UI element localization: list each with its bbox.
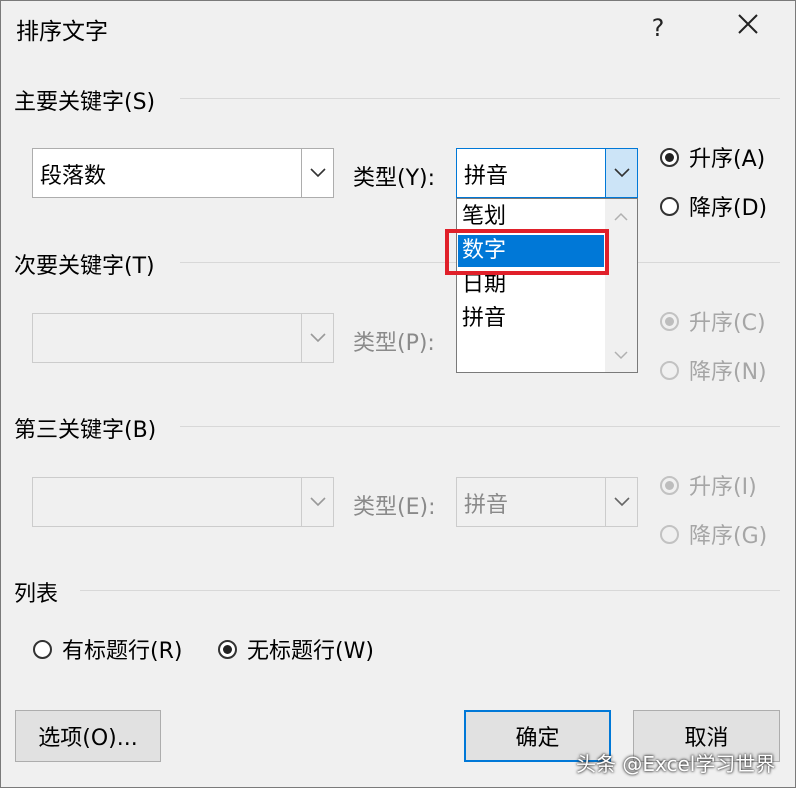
secondary-descending-radio[interactable]: 降序(N) bbox=[660, 354, 767, 386]
group-divider bbox=[80, 590, 780, 591]
radio-selected-icon bbox=[660, 147, 679, 167]
primary-key-label: 主要关键字(S) bbox=[14, 90, 156, 115]
primary-key-field-value: 段落数 bbox=[40, 164, 107, 189]
secondary-descending-label: 降序(N) bbox=[689, 360, 767, 385]
dialog-title: 排序文字 bbox=[16, 19, 108, 45]
primary-type-dropdown-button[interactable] bbox=[605, 149, 637, 197]
close-icon bbox=[738, 14, 758, 34]
tertiary-key-dropdown-button[interactable] bbox=[301, 478, 333, 526]
radio-unselected-icon bbox=[660, 360, 679, 380]
secondary-key-dropdown-button[interactable] bbox=[301, 314, 333, 362]
close-button[interactable] bbox=[728, 12, 768, 42]
radio-unselected-icon bbox=[33, 639, 52, 659]
tertiary-key-label: 第三关键字(B) bbox=[14, 418, 157, 443]
group-divider bbox=[180, 426, 780, 427]
secondary-type-label: 类型(P): bbox=[353, 331, 435, 356]
chevron-up-icon bbox=[614, 212, 628, 221]
primary-type-select[interactable]: 拼音 bbox=[456, 148, 638, 198]
no-header-row-label: 无标题行(W) bbox=[247, 639, 374, 664]
dropdown-option-number[interactable]: 数字 bbox=[458, 235, 604, 267]
radio-selected-icon bbox=[660, 311, 679, 331]
chevron-down-icon bbox=[309, 497, 326, 507]
type-dropdown-list[interactable]: 笔划 数字 日期 拼音 bbox=[456, 198, 638, 373]
radio-unselected-icon bbox=[660, 524, 679, 544]
chevron-down-icon bbox=[613, 497, 630, 507]
watermark: 头条 @Excel学习世界 bbox=[576, 752, 776, 776]
primary-type-value: 拼音 bbox=[464, 164, 509, 189]
has-header-row-radio[interactable]: 有标题行(R) bbox=[33, 633, 182, 665]
secondary-key-field[interactable] bbox=[32, 313, 334, 363]
radio-unselected-icon bbox=[660, 196, 679, 216]
primary-type-label: 类型(Y): bbox=[353, 166, 436, 191]
chevron-down-icon bbox=[309, 333, 326, 343]
chevron-down-icon bbox=[614, 350, 628, 359]
secondary-ascending-label: 升序(C) bbox=[689, 311, 766, 336]
group-divider bbox=[180, 98, 780, 99]
chevron-down-icon bbox=[613, 168, 630, 178]
radio-selected-icon bbox=[660, 475, 679, 495]
has-header-row-label: 有标题行(R) bbox=[62, 639, 183, 664]
tertiary-type-dropdown-button[interactable] bbox=[605, 478, 637, 526]
tertiary-type-label: 类型(E): bbox=[353, 495, 436, 520]
no-header-row-radio[interactable]: 无标题行(W) bbox=[218, 633, 374, 665]
options-button[interactable]: 选项(O)... bbox=[15, 710, 161, 762]
help-button[interactable]: ? bbox=[638, 14, 678, 42]
primary-ascending-label: 升序(A) bbox=[689, 147, 766, 172]
tertiary-descending-radio[interactable]: 降序(G) bbox=[660, 518, 767, 550]
secondary-ascending-radio[interactable]: 升序(C) bbox=[660, 305, 766, 337]
scroll-up-button[interactable] bbox=[605, 201, 637, 231]
tertiary-ascending-label: 升序(I) bbox=[689, 475, 757, 500]
dialog-frame bbox=[0, 0, 796, 788]
primary-ascending-radio[interactable]: 升序(A) bbox=[660, 141, 765, 173]
tertiary-type-select[interactable]: 拼音 bbox=[456, 477, 638, 527]
tertiary-key-field[interactable] bbox=[32, 477, 334, 527]
list-label: 列表 bbox=[14, 582, 59, 607]
primary-key-dropdown-button[interactable] bbox=[301, 149, 333, 197]
primary-descending-label: 降序(D) bbox=[689, 196, 768, 221]
scroll-down-button[interactable] bbox=[605, 340, 637, 370]
primary-key-field[interactable]: 段落数 bbox=[32, 148, 334, 198]
dropdown-option-stroke[interactable]: 笔划 bbox=[458, 201, 604, 233]
dropdown-option-date[interactable]: 日期 bbox=[458, 269, 604, 301]
dropdown-option-pinyin[interactable]: 拼音 bbox=[458, 303, 604, 335]
radio-selected-icon bbox=[218, 639, 237, 659]
dropdown-scrollbar[interactable] bbox=[605, 199, 637, 372]
tertiary-type-value: 拼音 bbox=[464, 493, 509, 518]
chevron-down-icon bbox=[309, 168, 326, 178]
primary-descending-radio[interactable]: 降序(D) bbox=[660, 190, 767, 222]
tertiary-ascending-radio[interactable]: 升序(I) bbox=[660, 469, 757, 501]
secondary-key-label: 次要关键字(T) bbox=[14, 254, 155, 279]
tertiary-descending-label: 降序(G) bbox=[689, 524, 768, 549]
